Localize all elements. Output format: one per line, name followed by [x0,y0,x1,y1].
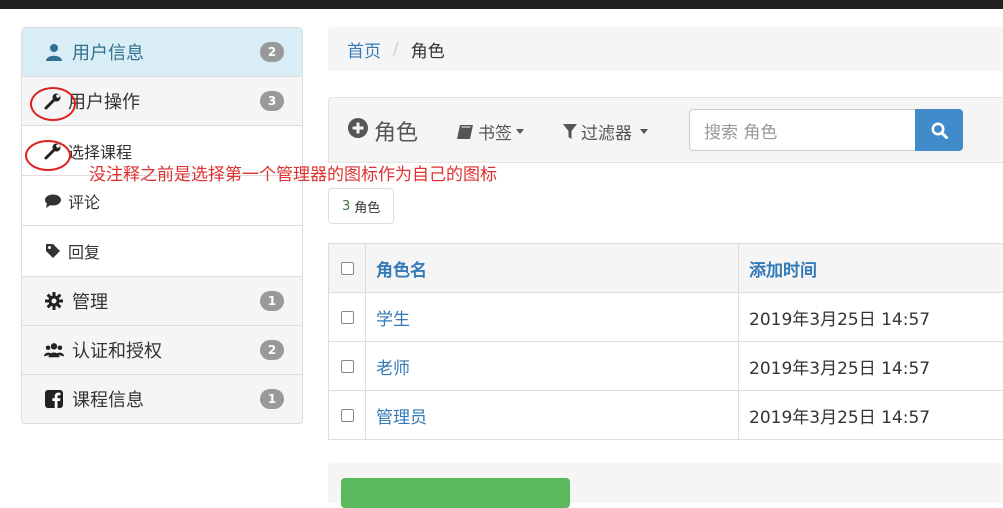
breadcrumb-current: 角色 [410,41,445,62]
table-row: 老师 2019年3月25日 14:57 [329,342,1003,391]
row-checkbox[interactable] [340,310,354,324]
action-button[interactable] [341,478,570,508]
row-checkbox[interactable] [340,408,354,422]
search-button[interactable] [915,109,963,151]
sidebar-item-label: 回复 [68,243,101,262]
sidebar-item-course-info[interactable]: 课程信息 1 [22,374,302,423]
bookmarks-label: 书签 [478,124,512,144]
column-header-role-name[interactable]: 角色名 [366,244,739,292]
sidebar-item-label: 课程信息 [72,390,144,411]
wrench-icon [44,92,62,110]
sidebar-item-auth[interactable]: 认证和授权 2 [22,325,302,374]
result-count-label: 角色 [354,200,381,216]
table-header-row: 角色名 添加时间 [329,244,1003,293]
count-badge: 3 [260,91,284,111]
comment-icon [44,192,62,210]
sidebar-item-label: 用户操作 [68,92,140,113]
filters-label: 过滤器 [581,124,632,144]
search-group: 搜索 角色 [689,109,963,151]
plus-circle-icon[interactable] [348,118,368,144]
role-name-link[interactable]: 学生 [376,305,410,330]
added-time-cell: 2019年3月25日 14:57 [749,407,931,428]
row-checkbox-cell [329,342,366,390]
gear-icon [44,292,64,310]
page-title: 角色 [348,115,418,147]
sidebar-item-admin[interactable]: 管理 1 [22,276,302,325]
role-name-link[interactable]: 管理员 [376,403,427,428]
role-name-link[interactable]: 老师 [376,354,410,379]
top-navbar [0,0,1003,9]
row-checkbox-cell [329,293,366,341]
added-time-cell: 2019年3月25日 14:57 [749,309,931,330]
filters-dropdown[interactable]: 过滤器 [563,119,648,144]
book-icon [457,124,473,139]
table-row: 学生 2019年3月25日 14:57 [329,293,1003,342]
roles-table: 角色名 添加时间 学生 2019年3月25日 14:57 老师 2019年3月2… [328,243,1003,440]
bookmarks-dropdown[interactable]: 书签 [457,119,524,144]
count-badge: 1 [260,389,284,409]
breadcrumb: 首页 / 角色 [328,27,1003,71]
toolbar-panel: 角色 书签 过滤器 搜索 角色 [328,97,1003,163]
result-count-number: 3 [342,198,351,214]
chevron-down-icon [516,129,524,134]
sidebar-item-label: 认证和授权 [72,341,162,362]
sidebar-item-user-info[interactable]: 用户信息 2 [22,28,302,76]
chevron-down-icon [640,129,648,134]
search-icon [931,122,948,139]
result-count: 3 角色 [328,188,395,224]
sidebar-item-label: 选择课程 [68,142,133,162]
users-icon [44,341,64,359]
search-input[interactable]: 搜索 角色 [689,109,915,151]
sidebar-item-user-ops[interactable]: 用户操作 3 [22,76,302,125]
sidebar-item-label: 管理 [72,292,108,313]
breadcrumb-separator: / [393,39,399,59]
facebook-icon [44,390,64,408]
added-time-cell: 2019年3月25日 14:57 [749,358,931,379]
count-badge: 1 [260,291,284,311]
column-header-added-time[interactable]: 添加时间 [739,244,1003,292]
wrench-icon [44,142,62,160]
sidebar: 用户信息 2 用户操作 3 选择课程 评论 回复 管理 1 认证和授权 2 课程… [21,27,303,424]
annotation-text: 没注释之前是选择第一个管理器的图标作为自己的图标 [89,165,497,185]
count-badge: 2 [260,340,284,360]
select-all-checkbox[interactable] [340,261,354,275]
table-row: 管理员 2019年3月25日 14:57 [329,391,1003,440]
row-checkbox-cell [329,391,366,439]
role-name-cell: 管理员 [366,391,739,439]
count-badge: 2 [260,42,284,62]
role-name-cell: 学生 [366,293,739,341]
tag-icon [44,242,62,260]
filter-icon [563,124,577,139]
sidebar-item-label: 评论 [68,192,101,212]
role-name-cell: 老师 [366,342,739,390]
user-icon [44,43,64,61]
select-all-cell [329,244,366,292]
sidebar-item-reply[interactable]: 回复 [22,225,302,276]
row-checkbox[interactable] [340,359,354,373]
page-title-label: 角色 [374,121,419,146]
breadcrumb-home-link[interactable]: 首页 [347,37,381,62]
sidebar-item-label: 用户信息 [72,43,144,64]
